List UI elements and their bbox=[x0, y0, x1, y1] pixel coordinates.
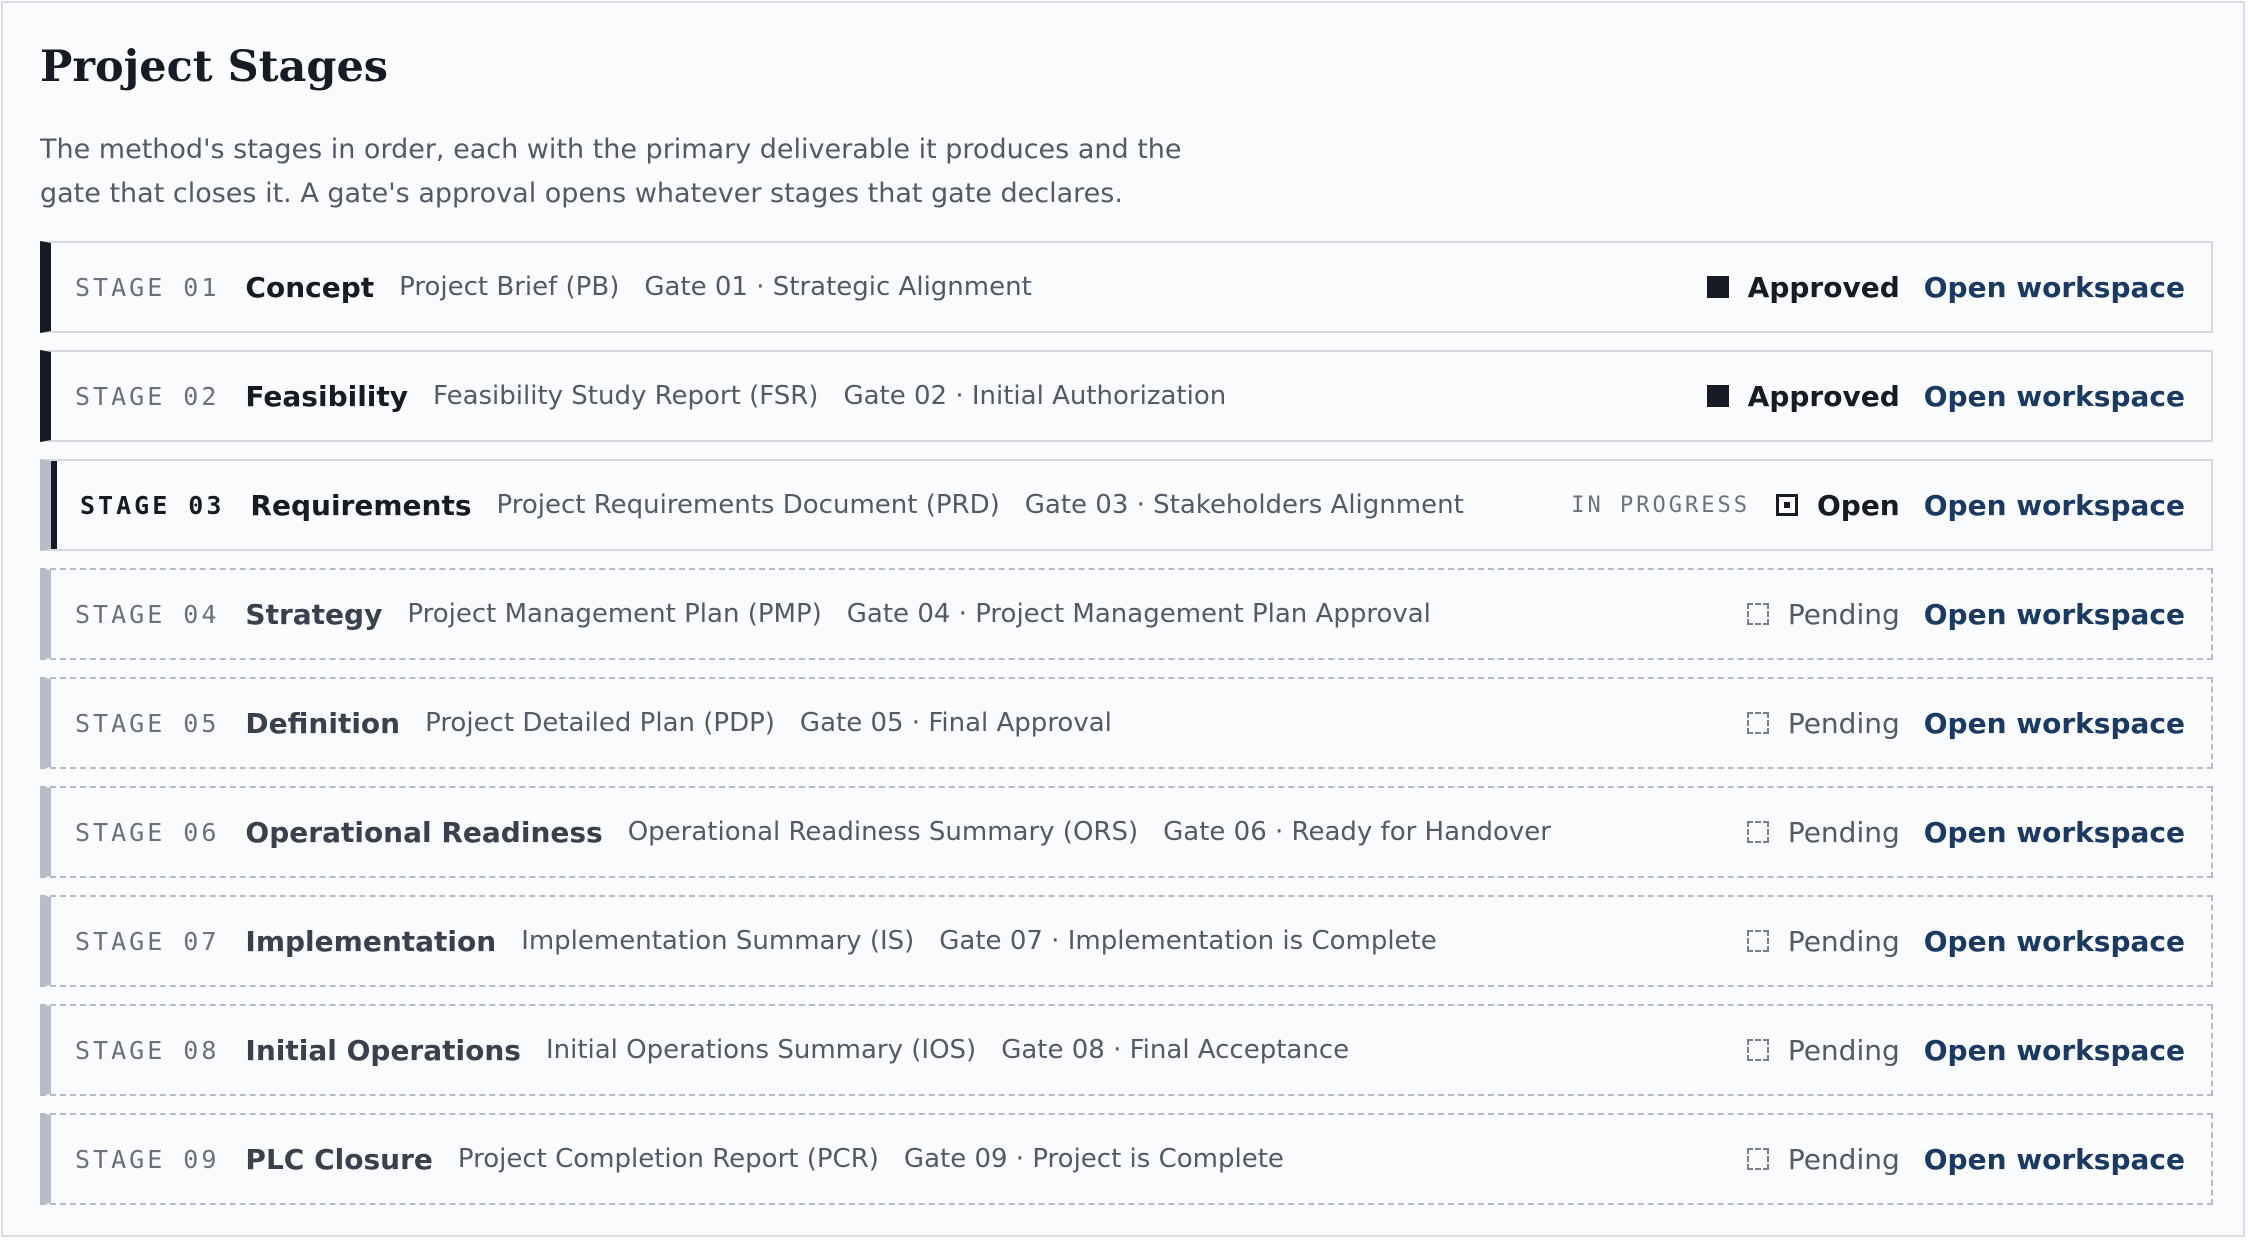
status-label: Pending bbox=[1787, 924, 1900, 958]
stage-row: STAGE 08 Initial Operations Initial Oper… bbox=[40, 1004, 2213, 1096]
filled-square-icon bbox=[1706, 385, 1729, 407]
stage-name: Definition bbox=[245, 706, 401, 740]
dashed-square-icon bbox=[1746, 821, 1769, 843]
stage-name: Requirements bbox=[250, 488, 472, 522]
status-label: Pending bbox=[1787, 1033, 1900, 1067]
in-progress-badge: IN PROGRESS bbox=[1571, 492, 1750, 518]
stage-deliverable: Project Management Plan (PMP) bbox=[407, 599, 822, 629]
filled-square-icon bbox=[1706, 276, 1729, 298]
stage-gate: Gate 07 · Implementation is Complete bbox=[939, 926, 1437, 956]
stage-gate: Gate 02 · Initial Authorization bbox=[843, 381, 1227, 411]
stage-deliverable: Project Requirements Document (PRD) bbox=[496, 490, 1000, 520]
stage-name: Implementation bbox=[245, 924, 497, 958]
stage-row: STAGE 02 Feasibility Feasibility Study R… bbox=[40, 350, 2213, 442]
stage-deliverable: Operational Readiness Summary (ORS) bbox=[627, 817, 1139, 847]
stage-gate: Gate 03 · Stakeholders Alignment bbox=[1024, 490, 1464, 520]
stage-deliverable: Project Completion Report (PCR) bbox=[457, 1144, 879, 1174]
stage-list: STAGE 01 Concept Project Brief (PB) Gate… bbox=[40, 241, 2213, 1222]
status-label: Open bbox=[1816, 488, 1900, 522]
status-label: Approved bbox=[1747, 379, 1900, 413]
status-label: Pending bbox=[1787, 815, 1900, 849]
stage-deliverable: Initial Operations Summary (IOS) bbox=[545, 1035, 977, 1065]
status-label: Pending bbox=[1787, 597, 1900, 631]
dashed-square-icon bbox=[1746, 1148, 1769, 1170]
stage-row: STAGE 07 Implementation Implementation S… bbox=[40, 895, 2213, 987]
stage-row: STAGE 06 Operational Readiness Operation… bbox=[40, 786, 2213, 878]
open-workspace-link[interactable]: Open workspace bbox=[1924, 489, 2185, 522]
open-workspace-link[interactable]: Open workspace bbox=[1924, 598, 2185, 631]
stage-name: Concept bbox=[245, 270, 375, 304]
stage-number: STAGE 06 bbox=[75, 817, 220, 847]
dashed-square-icon bbox=[1746, 603, 1769, 625]
dashed-square-icon bbox=[1746, 930, 1769, 952]
stage-name: Feasibility bbox=[245, 379, 409, 413]
stage-name: Operational Readiness bbox=[245, 815, 603, 849]
stage-number: STAGE 05 bbox=[75, 708, 220, 738]
stage-gate: Gate 01 · Strategic Alignment bbox=[644, 272, 1032, 302]
open-workspace-link[interactable]: Open workspace bbox=[1924, 925, 2185, 958]
stage-gate: Gate 08 · Final Acceptance bbox=[1001, 1035, 1350, 1065]
open-workspace-link[interactable]: Open workspace bbox=[1924, 271, 2185, 304]
stage-row: STAGE 01 Concept Project Brief (PB) Gate… bbox=[40, 241, 2213, 333]
stage-number: STAGE 07 bbox=[75, 926, 220, 956]
stage-name: PLC Closure bbox=[245, 1142, 433, 1176]
page-description: The method's stages in order, each with … bbox=[40, 134, 1182, 209]
stage-row: STAGE 05 Definition Project Detailed Pla… bbox=[40, 677, 2213, 769]
stage-deliverable: Project Brief (PB) bbox=[399, 272, 620, 302]
stage-row: STAGE 04 Strategy Project Management Pla… bbox=[40, 568, 2213, 660]
stage-number: STAGE 08 bbox=[75, 1035, 220, 1065]
open-workspace-link[interactable]: Open workspace bbox=[1924, 816, 2185, 849]
stage-row: STAGE 09 PLC Closure Project Completion … bbox=[40, 1113, 2213, 1205]
stage-name: Initial Operations bbox=[245, 1033, 521, 1067]
open-workspace-link[interactable]: Open workspace bbox=[1924, 707, 2185, 740]
dashed-square-icon bbox=[1746, 1039, 1769, 1061]
open-workspace-link[interactable]: Open workspace bbox=[1924, 1034, 2185, 1067]
stage-gate: Gate 06 · Ready for Handover bbox=[1163, 817, 1551, 847]
stage-number: STAGE 02 bbox=[75, 381, 220, 411]
stage-deliverable: Feasibility Study Report (FSR) bbox=[433, 381, 819, 411]
open-workspace-link[interactable]: Open workspace bbox=[1924, 380, 2185, 413]
stage-gate: Gate 04 · Project Management Plan Approv… bbox=[846, 599, 1431, 629]
stage-number: STAGE 04 bbox=[75, 599, 220, 629]
stage-gate: Gate 09 · Project is Complete bbox=[903, 1144, 1284, 1174]
stage-number: STAGE 09 bbox=[75, 1144, 220, 1174]
page-title: Project Stages bbox=[40, 42, 389, 92]
open-square-icon bbox=[1775, 494, 1798, 516]
stage-name: Strategy bbox=[245, 597, 383, 631]
stage-number: STAGE 03 bbox=[80, 490, 225, 520]
project-stages-panel: Project Stages The method's stages in or… bbox=[1, 1, 2245, 1237]
dashed-square-icon bbox=[1746, 712, 1769, 734]
stage-number: STAGE 01 bbox=[75, 272, 220, 302]
status-label: Pending bbox=[1787, 1142, 1900, 1176]
open-workspace-link[interactable]: Open workspace bbox=[1924, 1143, 2185, 1176]
stage-row-current: STAGE 03 Requirements Project Requiremen… bbox=[40, 459, 2213, 551]
stage-deliverable: Project Detailed Plan (PDP) bbox=[425, 708, 775, 738]
stage-deliverable: Implementation Summary (IS) bbox=[521, 926, 915, 956]
status-label: Approved bbox=[1747, 270, 1900, 304]
status-label: Pending bbox=[1787, 706, 1900, 740]
stage-gate: Gate 05 · Final Approval bbox=[799, 708, 1112, 738]
